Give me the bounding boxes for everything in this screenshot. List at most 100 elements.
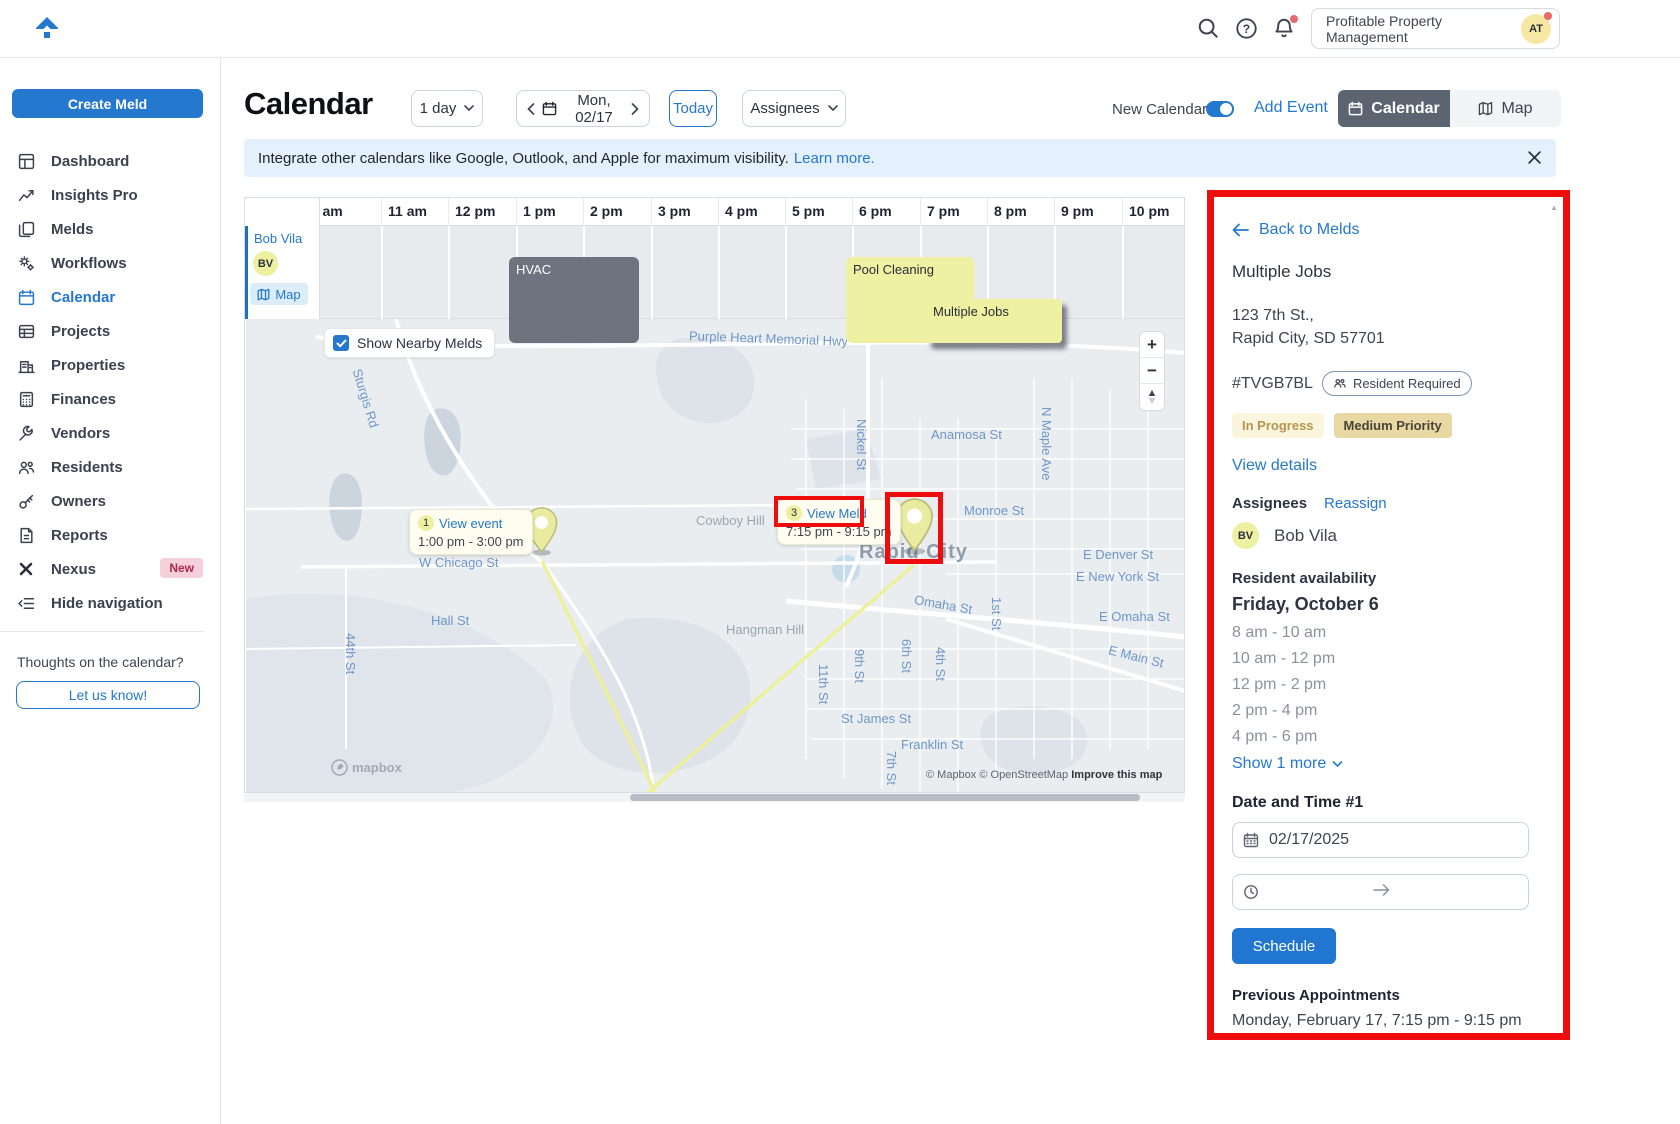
sidebar-item-projects[interactable]: Projects <box>0 314 221 348</box>
resource-header-cell <box>245 198 320 226</box>
show-more-link[interactable]: Show 1 more <box>1232 755 1545 773</box>
count-badge: 3 <box>786 505 802 521</box>
time-label: 4 pm <box>725 203 758 219</box>
chevron-down-icon <box>828 105 838 112</box>
melds-icon <box>17 220 35 238</box>
avatar[interactable]: AT <box>1521 14 1551 44</box>
map-popup-meld: 3 View Meld 7:15 pm - 9:15 pm <box>777 499 901 545</box>
create-meld-button[interactable]: Create Meld <box>12 89 203 118</box>
calendar-event-multiple-jobs[interactable]: Multiple Jobs <box>926 299 1062 343</box>
hide-navigation-icon <box>17 594 35 612</box>
sidebar-item-nexus[interactable]: Nexus New <box>0 552 221 586</box>
integration-banner: Integrate other calendars like Google, O… <box>244 139 1556 177</box>
zoom-in-button[interactable]: + <box>1140 332 1164 358</box>
sidebar-item-finances[interactable]: Finances <box>0 382 221 416</box>
popup-time: 7:15 pm - 9:15 pm <box>786 524 892 539</box>
schedule-button[interactable]: Schedule <box>1232 928 1336 964</box>
close-icon[interactable] <box>1527 150 1542 165</box>
resource-row: HVAC Pool Cleaning Multiple Jobs Bob Vil… <box>245 226 1184 319</box>
add-event-link[interactable]: Add Event <box>1254 99 1328 117</box>
scrollbar-thumb[interactable] <box>630 794 1140 801</box>
street-label: E Omaha St <box>1099 609 1170 624</box>
view-details-link[interactable]: View details <box>1232 457 1545 475</box>
zoom-out-button[interactable]: − <box>1140 358 1164 384</box>
new-calendar-toggle[interactable] <box>1206 101 1234 117</box>
resource-cell: Bob Vila BV Map <box>245 226 320 319</box>
date-value: 02/17/2025 <box>1269 831 1349 849</box>
assignees-filter[interactable]: Assignees <box>742 90 846 127</box>
svg-text:?: ? <box>1243 22 1250 36</box>
sidebar-item-reports[interactable]: Reports <box>0 518 221 552</box>
people-icon <box>17 458 35 476</box>
meld-id: #TVGB7BL <box>1232 375 1313 393</box>
time-range-input[interactable] <box>1232 874 1529 910</box>
street-label: Anamosa St <box>931 427 1002 442</box>
map-icon <box>257 288 270 301</box>
bell-icon[interactable] <box>1273 17 1297 41</box>
help-icon[interactable]: ? <box>1235 17 1259 41</box>
assignee-item: BV Bob Vila <box>1232 522 1545 549</box>
account-menu[interactable]: Profitable Property Management AT <box>1311 8 1560 49</box>
assignee-avatar: BV <box>1232 522 1259 549</box>
compass-button[interactable] <box>1140 384 1164 410</box>
back-to-melds-link[interactable]: Back to Melds <box>1232 221 1545 239</box>
sidebar-item-residents[interactable]: Residents <box>0 450 221 484</box>
scroll-up-icon[interactable]: ▲ <box>1550 203 1558 212</box>
page-title: Calendar <box>244 86 373 122</box>
avatar-status-dot <box>1544 12 1552 20</box>
resource-map-link[interactable]: Map <box>250 283 308 305</box>
search-icon[interactable] <box>1197 17 1221 41</box>
street-label: 4th St <box>933 647 948 681</box>
sidebar-item-properties[interactable]: Properties <box>0 348 221 382</box>
arrow-left-icon <box>1232 223 1249 237</box>
sidebar-item-insights-pro[interactable]: Insights Pro <box>0 178 221 212</box>
count-badge: 1 <box>418 515 434 531</box>
sidebar-item-vendors[interactable]: Vendors <box>0 416 221 450</box>
date-input[interactable]: 02/17/2025 <box>1232 822 1529 858</box>
place-label: Hangman Hill <box>726 622 804 637</box>
time-label: 5 pm <box>792 203 825 219</box>
previous-appointment-value: Monday, February 17, 7:15 pm - 9:15 pm <box>1232 1012 1545 1030</box>
map-canvas[interactable]: Purple Heart Memorial Hwy Sturgis Rd Nic… <box>246 319 1185 793</box>
chevron-right-icon[interactable] <box>631 103 639 115</box>
current-date[interactable]: Mon, 02/17 <box>564 92 624 126</box>
improve-map-link[interactable]: Improve this map <box>1071 769 1162 781</box>
sidebar-item-dashboard[interactable]: Dashboard <box>0 144 221 178</box>
map-attribution: © Mapbox © OpenStreetMap Improve this ma… <box>926 769 1162 781</box>
today-button[interactable]: Today <box>669 90 717 127</box>
map-view-button[interactable]: Map <box>1450 90 1561 127</box>
calendar-view-button[interactable]: Calendar <box>1338 90 1450 127</box>
finances-icon <box>17 390 35 408</box>
sidebar-item-calendar[interactable]: Calendar <box>0 280 221 314</box>
view-meld-link[interactable]: View Meld <box>807 506 867 521</box>
let-us-know-button[interactable]: Let us know! <box>16 681 200 709</box>
sidebar-item-hide-navigation[interactable]: Hide navigation <box>0 586 221 620</box>
calendar-icon <box>1243 832 1259 848</box>
show-nearby-melds-checkbox[interactable]: Show Nearby Melds <box>324 328 495 358</box>
range-selector[interactable]: 1 day <box>411 90 483 127</box>
time-label: 1 pm <box>523 203 556 219</box>
reassign-link[interactable]: Reassign <box>1324 495 1387 512</box>
learn-more-link[interactable]: Learn more. <box>794 150 875 167</box>
feedback-prompt: Thoughts on the calendar? <box>17 654 184 670</box>
map-popup-event: 1 View event 1:00 pm - 3:00 pm <box>409 509 533 555</box>
sidebar-item-owners[interactable]: Owners <box>0 484 221 518</box>
app-window: ? Profitable Property Management AT Crea… <box>0 0 1680 1124</box>
time-label: 6 pm <box>859 203 892 219</box>
availability-slots: 8 am - 10 am 10 am - 12 pm 12 pm - 2 pm … <box>1232 620 1545 750</box>
assignees-label: Assignees <box>1232 495 1307 512</box>
meld-id-row: #TVGB7BL Resident Required <box>1232 371 1545 396</box>
people-icon <box>1333 377 1347 391</box>
sidebar-item-workflows[interactable]: Workflows <box>0 246 221 280</box>
dashboard-icon <box>17 152 35 170</box>
street-label: St James St <box>841 711 911 726</box>
sidebar-item-melds[interactable]: Melds <box>0 212 221 246</box>
resource-name[interactable]: Bob Vila <box>254 231 302 246</box>
horizontal-scrollbar[interactable] <box>244 793 1185 802</box>
chevron-left-icon[interactable] <box>527 103 535 115</box>
view-event-link[interactable]: View event <box>439 516 502 531</box>
availability-slot: 2 pm - 4 pm <box>1232 698 1545 724</box>
property-meld-logo-icon[interactable] <box>34 13 60 44</box>
availability-slot: 12 pm - 2 pm <box>1232 672 1545 698</box>
calendar-event-hvac[interactable]: HVAC <box>509 257 639 343</box>
